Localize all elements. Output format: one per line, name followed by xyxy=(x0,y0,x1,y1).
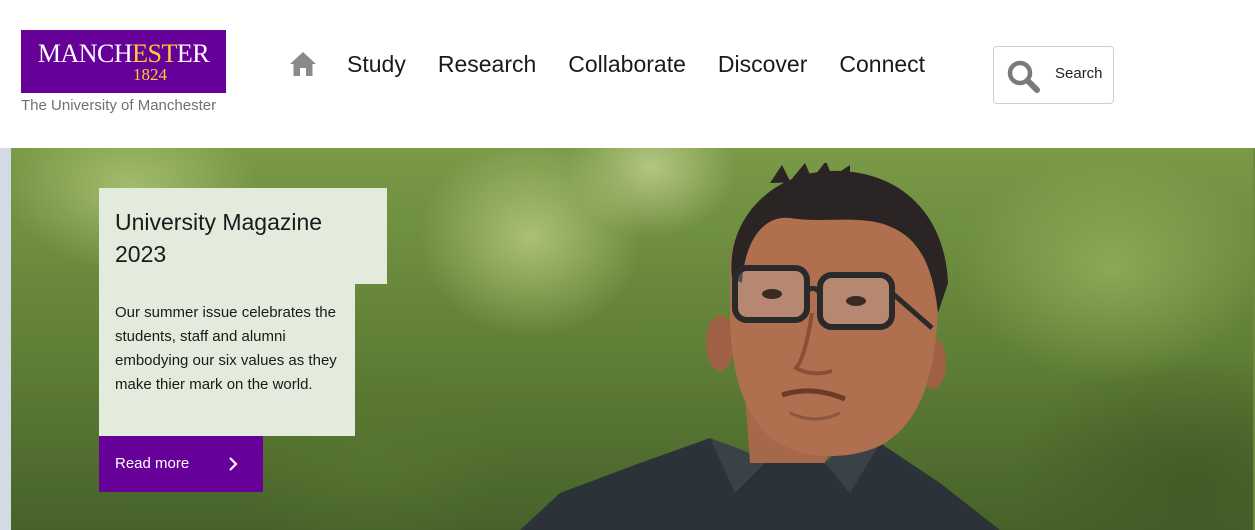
nav-item-study[interactable]: Study xyxy=(347,44,406,84)
site-header: MANCHESTER 1824 The University of Manche… xyxy=(0,0,1255,148)
nav-item-discover[interactable]: Discover xyxy=(718,44,807,84)
read-more-button[interactable]: Read more xyxy=(99,436,263,492)
search-label: Search xyxy=(1055,65,1103,82)
logo-year: 1824 xyxy=(133,65,167,84)
main-navigation: Study Research Collaborate Discover Conn… xyxy=(289,44,957,84)
read-more-label: Read more xyxy=(115,455,190,472)
logo-mark: MANCHESTER 1824 xyxy=(21,30,226,93)
magazine-title: University Magazine 2023 xyxy=(115,209,323,267)
magazine-card-body: Our summer issue celebrates the students… xyxy=(99,284,355,436)
logo-wordmark: MANCHESTER xyxy=(37,39,210,68)
home-icon[interactable] xyxy=(289,51,317,77)
hero-banner: University Magazine 2023 Our summer issu… xyxy=(0,148,1255,530)
nav-item-connect[interactable]: Connect xyxy=(839,44,925,84)
search-button[interactable]: Search xyxy=(993,46,1114,104)
university-logo[interactable]: MANCHESTER 1824 The University of Manche… xyxy=(21,30,227,116)
chevron-right-icon xyxy=(229,457,238,471)
nav-item-collaborate[interactable]: Collaborate xyxy=(568,44,686,84)
nav-item-research[interactable]: Research xyxy=(438,44,536,84)
magazine-card-header: University Magazine 2023 xyxy=(99,188,387,284)
magazine-description: Our summer issue celebrates the students… xyxy=(115,304,337,393)
search-icon xyxy=(1007,60,1040,93)
logo-subtitle: The University of Manchester xyxy=(21,97,217,114)
hero-portrait-image xyxy=(520,163,1000,530)
hero-left-edge xyxy=(0,148,11,530)
